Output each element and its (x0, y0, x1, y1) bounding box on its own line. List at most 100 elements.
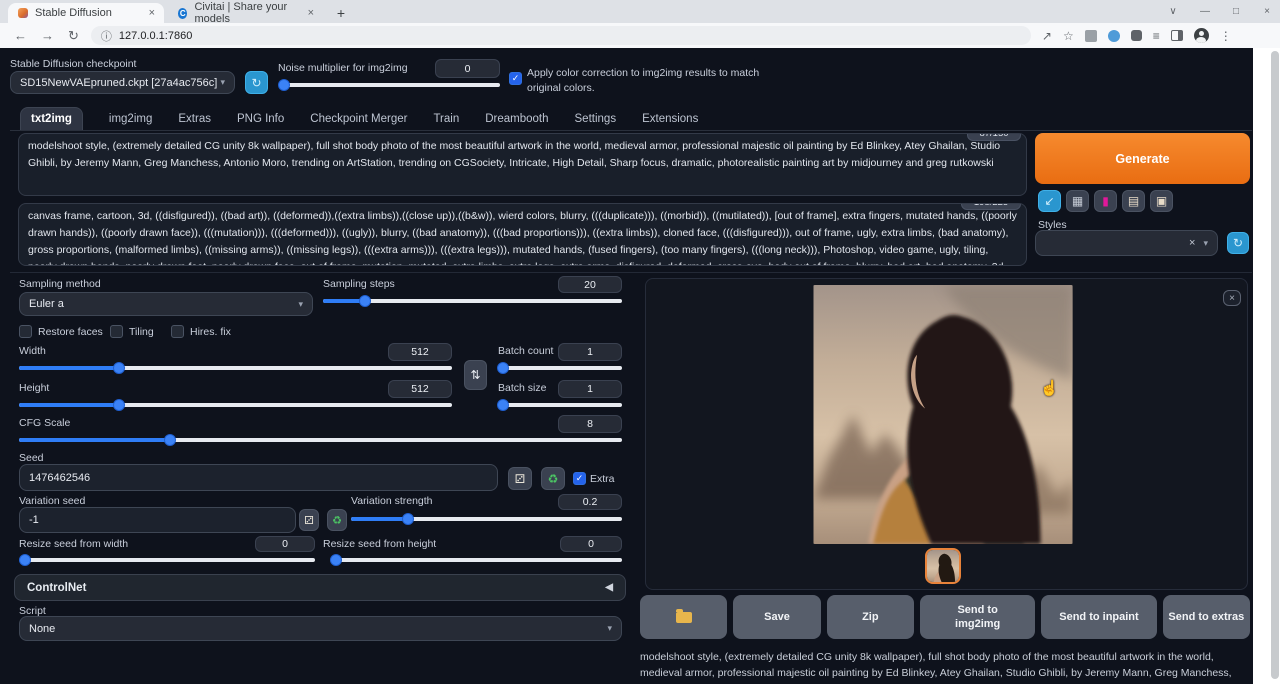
clear-styles-icon[interactable]: × (1189, 237, 1195, 249)
cfg-scale-slider[interactable] (19, 438, 622, 442)
new-tab-button[interactable]: + (332, 4, 350, 22)
zip-button[interactable]: Zip (827, 595, 914, 639)
batch-size-input[interactable]: 1 (558, 380, 622, 398)
cfg-scale-input[interactable]: 8 (558, 415, 622, 433)
extensions-puzzle-icon[interactable] (1131, 30, 1142, 41)
paste-params-button[interactable]: ↙ (1038, 190, 1061, 212)
seed-input[interactable]: 1476462546 (19, 464, 498, 491)
height-input[interactable]: 512 (388, 380, 452, 398)
refresh-checkpoint-button[interactable]: ↻ (245, 71, 268, 94)
controlnet-accordion[interactable]: ControlNet ◀ (14, 574, 626, 601)
sampling-steps-slider[interactable] (323, 299, 622, 303)
slider-knob[interactable] (19, 554, 31, 566)
send-to-inpaint-button[interactable]: Send to inpaint (1041, 595, 1156, 639)
generated-image[interactable] (813, 285, 1073, 544)
trash-icon[interactable]: ▦ (1066, 190, 1089, 212)
extension-grid-icon[interactable] (1085, 30, 1097, 42)
slider-knob[interactable] (359, 295, 371, 307)
prompt-textarea[interactable]: modelshoot style, (extremely detailed CG… (18, 133, 1027, 196)
tiling-checkbox[interactable] (110, 325, 123, 338)
tab-img2img[interactable]: img2img (109, 108, 152, 130)
variation-strength-slider[interactable] (351, 517, 622, 521)
variation-recycle-icon[interactable]: ♻ (327, 509, 347, 531)
extension-blue-icon[interactable] (1108, 30, 1120, 42)
tab-dreambooth[interactable]: Dreambooth (485, 108, 548, 130)
profile-avatar[interactable] (1194, 28, 1209, 43)
styles-dropdown[interactable]: × ▾ (1035, 230, 1218, 256)
noise-multiplier-slider[interactable] (280, 83, 500, 87)
noise-multiplier-input[interactable]: 0 (435, 59, 500, 78)
restore-faces-checkbox[interactable] (19, 325, 32, 338)
swap-width-height-button[interactable]: ⇅ (464, 360, 487, 390)
window-close-button[interactable]: × (1252, 0, 1280, 23)
negative-prompt-textarea[interactable]: canvas frame, cartoon, 3d, ((disfigured)… (18, 203, 1027, 266)
variation-seed-input[interactable]: -1 (19, 507, 296, 533)
tab-txt2img[interactable]: txt2img (20, 107, 83, 130)
forward-icon[interactable]: → (41, 28, 54, 43)
tab-extras[interactable]: Extras (178, 108, 211, 130)
menu-dots-icon[interactable]: ⋮ (1220, 29, 1232, 43)
width-slider[interactable] (19, 366, 452, 370)
window-chevron-icon[interactable]: ∨ (1158, 0, 1188, 23)
width-input[interactable]: 512 (388, 343, 452, 361)
share-icon[interactable]: ↗ (1042, 29, 1052, 43)
variation-dice-icon[interactable]: ⚂ (299, 509, 319, 531)
extra-seed-checkbox[interactable]: ✓ (573, 472, 586, 485)
slider-knob[interactable] (164, 434, 176, 446)
slider-knob[interactable] (497, 362, 509, 374)
reading-list-icon[interactable]: ≡ (1153, 29, 1160, 43)
resize-seed-height-slider[interactable] (330, 558, 622, 562)
sampling-steps-input[interactable]: 20 (558, 276, 622, 293)
browser-tab-civitai[interactable]: C Civitai | Share your models × (168, 3, 323, 23)
variation-strength-input[interactable]: 0.2 (558, 494, 622, 510)
send-to-extras-button[interactable]: Send to extras (1163, 595, 1250, 639)
open-folder-button[interactable] (640, 595, 727, 639)
sampling-method-dropdown[interactable]: Euler a ▾ (19, 292, 313, 316)
slider-knob[interactable] (497, 399, 509, 411)
gallery-thumbnail[interactable] (925, 548, 961, 584)
batch-count-slider[interactable] (498, 366, 622, 370)
tab-close-icon[interactable]: × (149, 7, 155, 19)
save-button[interactable]: Save (733, 595, 820, 639)
tab-png-info[interactable]: PNG Info (237, 108, 284, 130)
tab-train[interactable]: Train (433, 108, 459, 130)
extra-networks-button[interactable]: ▮ (1094, 190, 1117, 212)
page-scrollbar[interactable] (1253, 48, 1280, 684)
color-correction-checkbox[interactable]: ✓ (509, 72, 522, 85)
close-image-icon[interactable]: × (1223, 290, 1241, 306)
tab-extensions[interactable]: Extensions (642, 108, 698, 130)
checkpoint-dropdown[interactable]: SD15NewVAEpruned.ckpt [27a4ac756c] ▾ (10, 71, 235, 94)
side-panel-icon[interactable] (1171, 30, 1183, 41)
tab-settings[interactable]: Settings (575, 108, 617, 130)
resize-seed-width-input[interactable]: 0 (255, 536, 315, 552)
back-icon[interactable]: ← (14, 28, 27, 43)
random-seed-dice-icon[interactable]: ⚂ (508, 467, 532, 490)
tab-close-icon[interactable]: × (308, 7, 314, 19)
slider-knob[interactable] (278, 79, 290, 91)
bookmark-star-icon[interactable]: ☆ (1063, 29, 1074, 43)
reload-icon[interactable]: ↻ (68, 28, 79, 44)
slider-knob[interactable] (402, 513, 414, 525)
height-slider[interactable] (19, 403, 452, 407)
apply-style-button[interactable]: ▤ (1122, 190, 1145, 212)
window-minimize-button[interactable]: — (1190, 0, 1220, 23)
refresh-styles-button[interactable]: ↻ (1227, 232, 1249, 254)
reuse-seed-recycle-icon[interactable]: ♻ (541, 467, 565, 490)
browser-tab-stable-diffusion[interactable]: Stable Diffusion × (8, 3, 164, 23)
slider-knob[interactable] (330, 554, 342, 566)
send-to-img2img-button[interactable]: Send to img2img (920, 595, 1035, 639)
site-info-icon[interactable]: ⓘ (101, 28, 112, 44)
address-bar[interactable]: ⓘ 127.0.0.1:7860 (91, 26, 1031, 45)
resize-seed-height-input[interactable]: 0 (560, 536, 622, 552)
resize-seed-width-slider[interactable] (19, 558, 315, 562)
window-restore-button[interactable]: □ (1221, 0, 1251, 23)
tab-checkpoint-merger[interactable]: Checkpoint Merger (310, 108, 407, 130)
batch-size-slider[interactable] (498, 403, 622, 407)
save-style-button[interactable]: ▣ (1150, 190, 1173, 212)
script-dropdown[interactable]: None ▾ (19, 616, 622, 641)
generate-button[interactable]: Generate (1035, 133, 1250, 184)
slider-knob[interactable] (113, 362, 125, 374)
batch-count-input[interactable]: 1 (558, 343, 622, 361)
hires-fix-checkbox[interactable] (171, 325, 184, 338)
slider-knob[interactable] (113, 399, 125, 411)
